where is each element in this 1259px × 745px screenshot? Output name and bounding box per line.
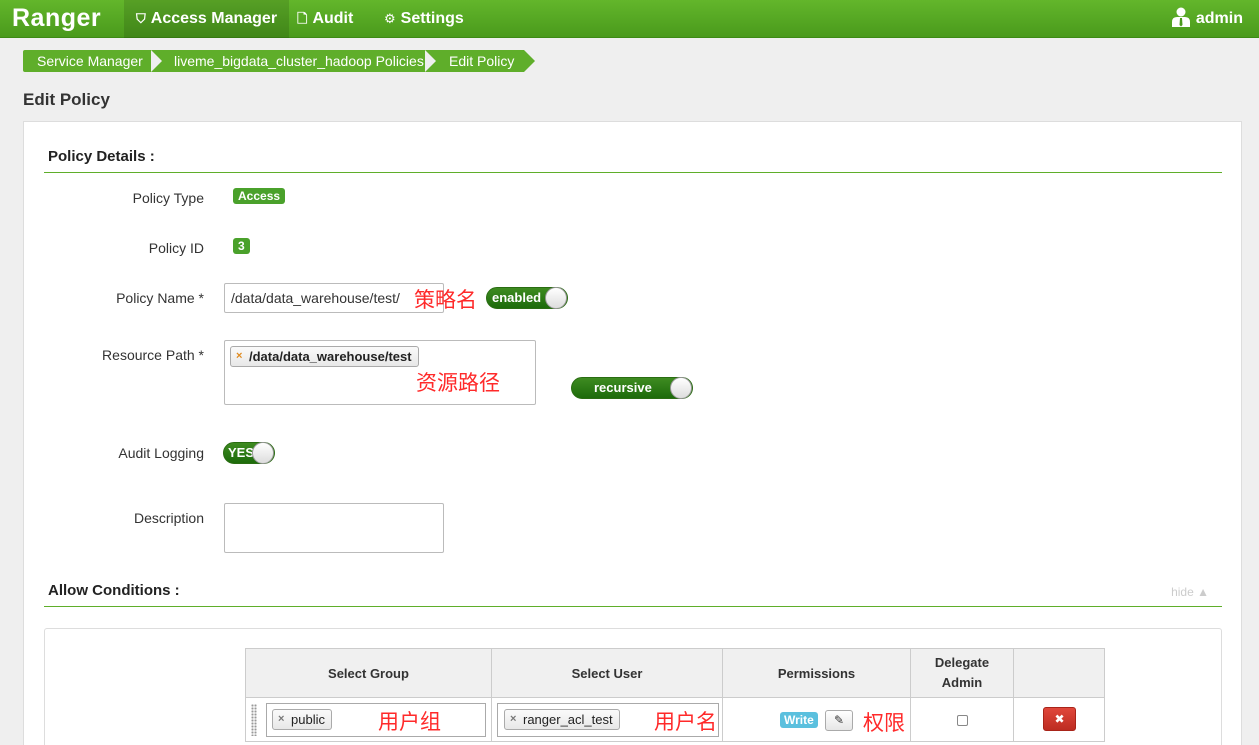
column-header-actions [1013, 648, 1105, 698]
allow-conditions-table: Select Group Select User Permissions Del… [245, 648, 1105, 742]
table-row: × public 用户组 × ranger_acl_test 用户名 Write ✎… [245, 697, 1105, 742]
policy-type-label: Policy Type [132, 190, 204, 206]
description-textarea[interactable] [224, 503, 444, 553]
column-header-delegate-admin: Delegate Admin [910, 648, 1014, 698]
toggle-knob [252, 442, 274, 464]
policy-details-title: Policy Details : [48, 148, 155, 165]
delegate-admin-checkbox[interactable] [957, 715, 968, 726]
edit-permissions-button[interactable]: ✎ [825, 710, 853, 731]
permission-badge: Write [780, 712, 818, 728]
delete-row-button[interactable]: ✖ [1043, 707, 1076, 731]
page-title: Edit Policy [23, 90, 110, 109]
policy-type-badge: Access [233, 188, 286, 204]
breadcrumb-edit-policy: Edit Policy [425, 50, 535, 72]
policy-id-badge: 3 [233, 238, 250, 254]
section-divider [44, 172, 1222, 173]
audit-logging-label: Audit Logging [118, 445, 204, 461]
file-icon: 🗋 [297, 11, 308, 26]
group-cell: × public 用户组 [245, 697, 492, 742]
user-cell: × ranger_acl_test 用户名 [491, 697, 723, 742]
recursive-toggle[interactable]: recursive [571, 377, 693, 399]
toggle-knob [545, 287, 567, 309]
breadcrumb-separator [151, 50, 162, 72]
toggle-knob [670, 377, 692, 399]
permission-annotation: 权限 [863, 712, 905, 735]
resource-path-tag[interactable]: ×/data/data_warehouse/test [230, 346, 419, 367]
user-icon [1171, 7, 1190, 27]
user-tag[interactable]: × ranger_acl_test [504, 709, 620, 730]
group-tag[interactable]: × public [272, 709, 332, 730]
permissions-cell: Write ✎ 权限 [722, 697, 911, 742]
nav-settings[interactable]: ⚙ Settings [372, 0, 476, 38]
remove-tag-icon[interactable]: × [510, 710, 516, 729]
column-header-group: Select Group [245, 648, 492, 698]
gear-icon: ⚙ [384, 11, 396, 26]
breadcrumb-policies[interactable]: liveme_bigdata_cluster_hadoop Policies [151, 50, 436, 72]
actions-cell: ✖ [1013, 697, 1105, 742]
column-header-user: Select User [491, 648, 723, 698]
resource-path-label: Resource Path * [102, 347, 204, 363]
allow-conditions-title: Allow Conditions : [48, 582, 180, 599]
user-menu[interactable]: admin [1171, 0, 1243, 38]
column-header-permissions: Permissions [722, 648, 911, 698]
breadcrumb-separator [425, 50, 436, 72]
delegate-admin-cell [910, 697, 1014, 742]
ranger-logo[interactable]: Ranger [12, 4, 101, 33]
breadcrumb-service-manager[interactable]: Service Manager [23, 50, 162, 72]
policy-name-annotation: 策略名 [414, 289, 477, 312]
section-divider [44, 606, 1222, 607]
nav-access-manager[interactable]: ⛉ Access Manager [124, 0, 290, 38]
user-annotation: 用户名 [654, 711, 717, 734]
remove-tag-icon[interactable]: × [236, 347, 242, 366]
policy-name-input[interactable]: /data/data_warehouse/test/ [224, 283, 444, 313]
nav-audit[interactable]: 🗋 Audit [285, 0, 365, 38]
audit-logging-toggle[interactable]: YES [223, 442, 275, 464]
policy-name-label: Policy Name * [116, 290, 204, 306]
shield-icon: ⛉ [136, 11, 146, 26]
pencil-icon: ✎ [833, 713, 845, 727]
drag-handle-icon[interactable] [251, 704, 257, 736]
enabled-toggle[interactable]: enabled [486, 287, 568, 309]
resource-path-annotation: 资源路径 [416, 372, 500, 395]
group-annotation: 用户组 [378, 711, 441, 734]
top-navbar: Ranger ⛉ Access Manager 🗋 Audit ⚙ Settings … [0, 0, 1259, 38]
policy-id-label: Policy ID [148, 240, 204, 256]
description-label: Description [133, 510, 204, 526]
remove-tag-icon[interactable]: × [278, 710, 284, 729]
hide-link[interactable]: hide ▲ [1171, 585, 1209, 599]
close-icon: ✖ [1054, 712, 1065, 726]
